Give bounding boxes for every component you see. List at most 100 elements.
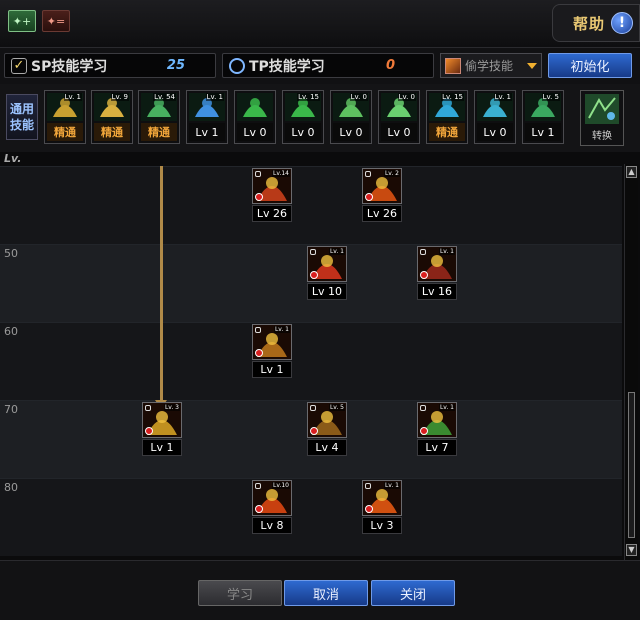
sp-learn-panel[interactable]: ✓ SP技能学习 25 [4,53,216,78]
skill-req-level: Lv. 15 [297,93,320,101]
tree-skill-slot[interactable]: Lv. 5 Lv 4 [307,402,347,458]
tree-skill-slot[interactable]: Lv. 1 Lv 16 [417,246,457,302]
general-skill-slot[interactable]: Lv. 15 精通 [426,90,468,144]
scrollbar[interactable]: ▲ ▼ [624,164,638,560]
close-button[interactable]: 关闭 [371,580,455,606]
tree-skill-slot[interactable]: Lv. 1 Lv 1 [252,324,292,380]
learn-button[interactable]: 学习 [198,580,282,606]
tp-value: 0 [385,58,395,73]
alert-icon [420,271,428,279]
level-band [0,166,622,244]
tree-skill-slot[interactable]: Lv.10 Lv 8 [252,480,292,536]
tp-learn-panel[interactable]: TP技能学习 0 [222,53,434,78]
skill-level-footer: 精通 [94,123,130,141]
general-skill-slot[interactable]: Lv. 0 Lv 0 [330,90,372,144]
skill-req-level: Lv. 3 [163,404,180,411]
alert-icon [255,193,263,201]
skill-level-footer: 精通 [429,123,465,141]
general-skill-slot[interactable]: Lv. 1 精通 [44,90,86,144]
band-level-label: 70 [4,403,18,416]
skill-level-footer: 精通 [141,123,177,141]
skill-level-footer: Lv 1 [525,123,561,141]
help-button[interactable]: 帮助 ! [552,4,640,42]
tree-skill-slot[interactable]: Lv. 1 Lv 3 [362,480,402,536]
tp-label: TP技能学习 [249,58,325,75]
skill-level-footer: Lv 0 [237,123,273,141]
scroll-down-arrow-icon[interactable]: ▼ [626,544,637,556]
skill-level-label: Lv 1 [142,439,182,456]
general-skill-slot[interactable]: Lv. 54 精通 [138,90,180,144]
skill-icon-frame: Lv. 5 [307,402,347,438]
skill-tab-alt-button[interactable]: ✦= [42,10,70,32]
skill-icon-frame: Lv.10 [252,480,292,516]
skill-icon-frame: Lv. 3 [142,402,182,438]
skill-level-footer: Lv 1 [189,123,225,141]
skill-req-level: Lv. 1 [273,326,290,333]
skill-level-label: Lv 26 [252,205,292,222]
band-level-label: 60 [4,325,18,338]
skill-req-level: Lv. 1 [328,248,345,255]
general-skill-slot[interactable]: Lv. 5 Lv 1 [522,90,564,144]
skill-req-level: Lv. 15 [441,93,464,101]
steal-skill-label: 偷学技能 [465,59,514,73]
general-skill-slot[interactable]: Lv. 9 精通 [91,90,133,144]
skill-level-label: Lv 16 [417,283,457,300]
skill-icon-frame: Lv. 1 [362,480,402,516]
alert-icon [255,349,263,357]
skill-level-footer: Lv 0 [333,123,369,141]
tree-skill-slot[interactable]: Lv. 1 Lv 10 [307,246,347,302]
general-skill-slot[interactable]: Lv 0 [234,90,276,144]
lock-icon [255,171,261,177]
skill-level-footer: Lv 0 [285,123,321,141]
skill-level-footer: Lv 0 [477,123,513,141]
bottom-bar: 学习 取消 关闭 [0,560,640,620]
lock-icon [255,483,261,489]
sp-value: 25 [166,58,185,73]
skill-level-label: Lv 1 [252,361,292,378]
tree-skill-slot[interactable]: Lv.14 Lv 26 [252,168,292,224]
lock-icon [420,249,426,255]
skill-level-footer: Lv 0 [381,123,417,141]
skill-icon-frame: Lv.14 [252,168,292,204]
tree-skill-slot[interactable]: Lv. 3 Lv 1 [142,402,182,458]
general-skill-slot[interactable]: Lv. 0 Lv 0 [378,90,420,144]
band-level-label: 80 [4,481,18,494]
scroll-thumb[interactable] [628,392,635,538]
band-level-label: 50 [4,247,18,260]
skill-tab-button[interactable]: ✦+ [8,10,36,32]
skill-icon-frame: Lv. 1 [417,402,457,438]
skill-req-level: Lv.14 [272,170,290,177]
skill-req-level: Lv. 0 [349,93,368,101]
tree-skill-slot[interactable]: Lv. 2 Lv 26 [362,168,402,224]
skill-req-level: Lv. 2 [383,170,400,177]
steal-skill-dropdown[interactable]: 偷学技能 [440,53,542,78]
steal-skill-icon [445,57,461,74]
switch-button[interactable]: 转换 [580,90,624,146]
scroll-up-arrow-icon[interactable]: ▲ [626,166,637,178]
points-row: ✓ SP技能学习 25 TP技能学习 0 偷学技能 初始化 [0,48,640,84]
lock-icon [365,171,371,177]
alert-icon [365,505,373,513]
skill-level-footer: 精通 [47,123,83,141]
skill-level-label: Lv 26 [362,205,402,222]
general-skill-slot[interactable]: Lv. 15 Lv 0 [282,90,324,144]
skill-icon-frame: Lv. 1 [252,324,292,360]
general-skill-slot[interactable]: Lv. 1 Lv 0 [474,90,516,144]
level-band: 60 [0,322,622,400]
cancel-button[interactable]: 取消 [284,580,368,606]
alert-icon [310,427,318,435]
tree-skill-slot[interactable]: Lv. 1 Lv 7 [417,402,457,458]
alert-icon [420,427,428,435]
skill-level-label: Lv 4 [307,439,347,456]
initialize-button[interactable]: 初始化 [548,53,632,78]
lock-icon [310,405,316,411]
skill-icon-frame: Lv. 1 [307,246,347,282]
general-skill-slot[interactable]: Lv. 1 Lv 1 [186,90,228,144]
skill-req-level: Lv. 54 [153,93,176,101]
skill-tab-icon: ✦+ [12,14,32,28]
prerequisite-arrow [160,166,163,404]
switch-icon [585,94,619,124]
lock-icon [310,249,316,255]
alert-icon [145,427,153,435]
radio-circle-icon [229,57,245,74]
